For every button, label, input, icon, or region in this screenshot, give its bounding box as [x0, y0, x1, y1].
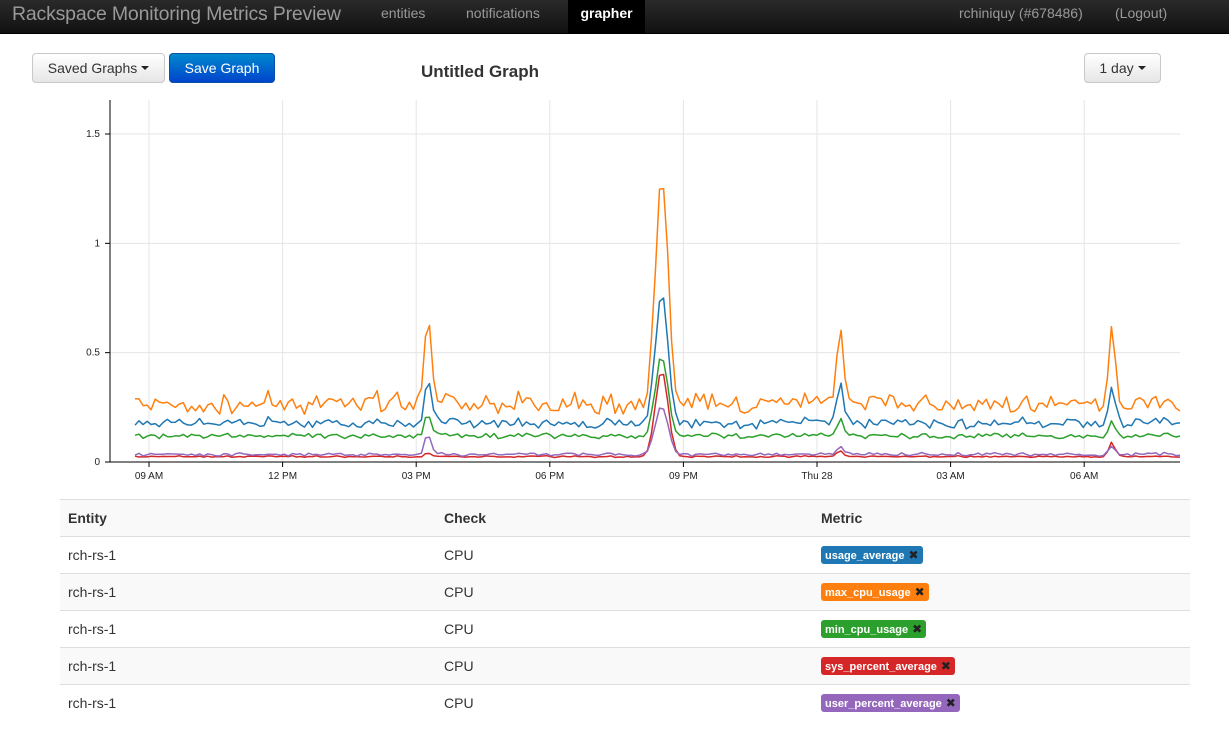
x-tick-label: 03 AM — [936, 471, 964, 482]
check-cell: CPU — [436, 647, 813, 685]
table-row: rch-rs-1 CPU sys_percent_average ✖ — [60, 647, 1190, 685]
x-tick-label: 12 PM — [268, 471, 297, 482]
table-row: rch-rs-1 CPU usage_average ✖ — [60, 536, 1190, 574]
metric-badge-label: user_percent_average — [825, 698, 942, 711]
metric-badge: max_cpu_usage ✖ — [821, 583, 929, 602]
x-tick-label: 03 PM — [402, 471, 431, 482]
x-tick-label: Thu 28 — [801, 471, 833, 482]
close-icon[interactable]: ✖ — [909, 546, 919, 564]
y-axis: 0 0.5 1 1.5 — [86, 100, 111, 468]
metric-cell: max_cpu_usage ✖ — [813, 573, 1190, 611]
check-cell: CPU — [436, 684, 813, 722]
metric-badge: sys_percent_average ✖ — [821, 657, 955, 676]
metric-badge: usage_average ✖ — [821, 546, 923, 565]
table-row: rch-rs-1 CPU min_cpu_usage ✖ — [60, 610, 1190, 648]
close-icon[interactable]: ✖ — [941, 657, 951, 675]
entity-cell: rch-rs-1 — [60, 647, 436, 685]
metric-badge-label: max_cpu_usage — [825, 587, 911, 600]
series-line-user-percent-average — [134, 407, 1181, 458]
check-cell: CPU — [436, 573, 813, 611]
entity-cell: rch-rs-1 — [60, 573, 436, 611]
close-icon[interactable]: ✖ — [912, 620, 922, 638]
metric-badge-label: min_cpu_usage — [825, 624, 909, 637]
chart-series — [134, 187, 1181, 459]
x-tick-label: 06 PM — [535, 471, 564, 482]
table-row: rch-rs-1 CPU max_cpu_usage ✖ — [60, 573, 1190, 611]
entity-cell: rch-rs-1 — [60, 610, 436, 648]
y-tick-label: 0.5 — [86, 348, 100, 359]
close-icon[interactable]: ✖ — [915, 583, 925, 601]
metric-cell: sys_percent_average ✖ — [813, 647, 1190, 685]
x-tick-label: 09 PM — [669, 471, 698, 482]
series-line-max-cpu-usage — [134, 187, 1181, 415]
check-cell: CPU — [436, 536, 813, 574]
metric-badge: min_cpu_usage ✖ — [821, 620, 927, 639]
entity-cell: rch-rs-1 — [60, 684, 436, 722]
table-row: rch-rs-1 CPU user_percent_average ✖ — [60, 684, 1190, 722]
metric-cell: usage_average ✖ — [813, 536, 1190, 574]
series-line-usage-average — [134, 297, 1181, 430]
metric-badge-label: usage_average — [825, 550, 905, 563]
x-tick-label: 09 AM — [135, 471, 163, 482]
metric-cell: user_percent_average ✖ — [813, 684, 1190, 722]
close-icon[interactable]: ✖ — [946, 694, 956, 712]
check-column-header[interactable]: Check — [436, 499, 813, 537]
metric-badge-label: sys_percent_average — [825, 661, 937, 674]
metric-column-header[interactable]: Metric — [813, 499, 1190, 537]
y-tick-label: 0 — [94, 457, 100, 468]
check-cell: CPU — [436, 610, 813, 648]
y-tick-label: 1.5 — [86, 129, 100, 140]
entity-column-header[interactable]: Entity — [60, 499, 436, 537]
metric-badge: user_percent_average ✖ — [821, 694, 960, 713]
x-tick-label: 06 AM — [1070, 471, 1098, 482]
y-tick-label: 1 — [94, 238, 100, 249]
metrics-line-chart[interactable]: 0 0.5 1 1.5 09 AM 12 PM 03 PM 06 PM 09 PM Thu 28… — [0, 0, 1229, 499]
entity-cell: rch-rs-1 — [60, 536, 436, 574]
metric-cell: min_cpu_usage ✖ — [813, 610, 1190, 648]
metrics-table: Entity Check Metric rch-rs-1 CPU usage_ave… — [60, 499, 1190, 722]
x-axis: 09 AM 12 PM 03 PM 06 PM 09 PM Thu 28 03 AM 06 A… — [110, 461, 1180, 482]
